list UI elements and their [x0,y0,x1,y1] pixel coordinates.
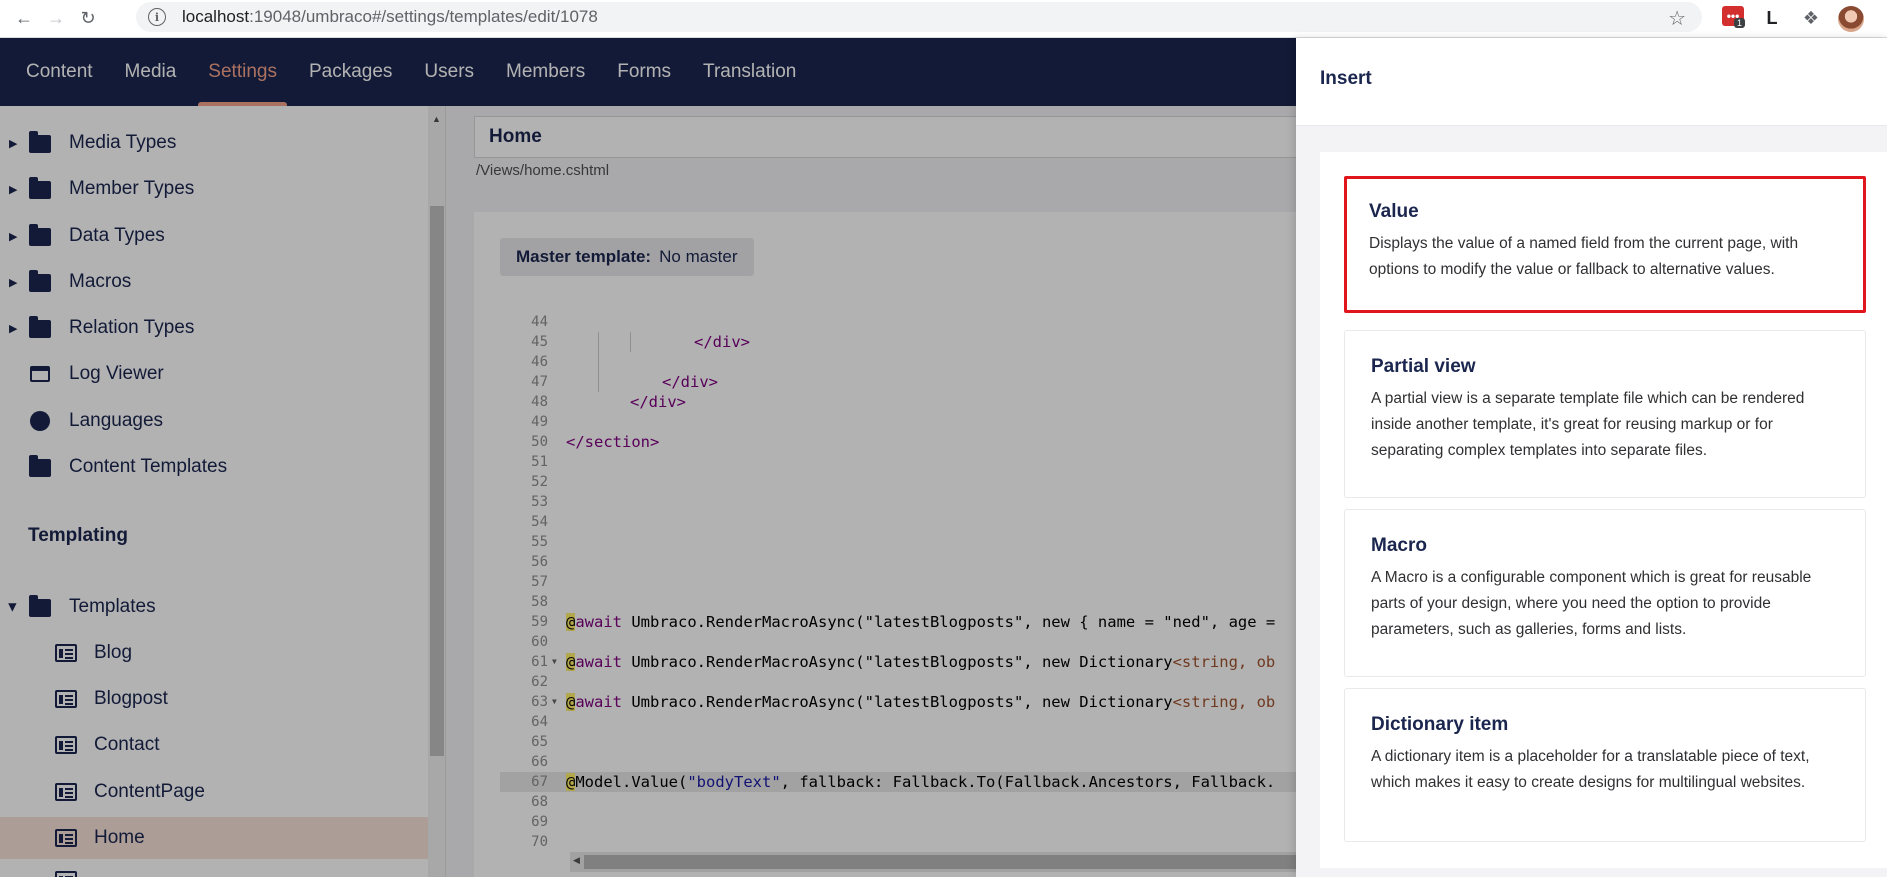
option-description: Displays the value of a named field from… [1369,235,1799,278]
reload-icon[interactable]: ↻ [74,5,102,33]
extension-badge: 1 [1734,18,1746,28]
option-title: Partial view [1371,356,1476,377]
option-description: A Macro is a configurable component whic… [1371,569,1812,638]
profile-avatar[interactable] [1838,6,1864,32]
browser-toolbar: ← → ↻ i localhost:19048/umbraco#/setting… [0,0,1887,38]
extension-l-icon[interactable]: L [1762,6,1782,30]
forward-arrow-icon[interactable]: → [42,5,70,33]
url-text[interactable]: localhost:19048/umbraco#/settings/templa… [182,7,598,27]
option-title: Value [1369,201,1419,222]
extensions-puzzle-icon[interactable]: ❖ [1800,6,1822,30]
insert-option-partial-view[interactable]: Partial view A partial view is a separat… [1344,330,1866,498]
insert-dialog-header: Insert [1296,38,1887,126]
site-info-icon[interactable]: i [148,8,166,26]
modal-backdrop[interactable] [0,38,1296,877]
option-title: Dictionary item [1371,714,1509,735]
insert-dialog-title: Insert [1320,68,1372,89]
option-description: A dictionary item is a placeholder for a… [1371,748,1810,791]
back-arrow-icon[interactable]: ← [10,5,38,33]
insert-option-dictionary-item[interactable]: Dictionary item A dictionary item is a p… [1344,688,1866,842]
option-title: Macro [1371,535,1427,556]
address-bar[interactable]: i localhost:19048/umbraco#/settings/temp… [136,2,1702,32]
insert-option-value[interactable]: Value Displays the value of a named fiel… [1344,176,1866,313]
option-description: A partial view is a separate template fi… [1371,390,1805,459]
insert-option-macro[interactable]: Macro A Macro is a configurable componen… [1344,509,1866,677]
bookmark-star-icon[interactable]: ☆ [1668,6,1686,31]
insert-options: Value Displays the value of a named fiel… [1320,152,1887,868]
insert-dialog: Insert Value Displays the value of a nam… [1296,38,1887,877]
